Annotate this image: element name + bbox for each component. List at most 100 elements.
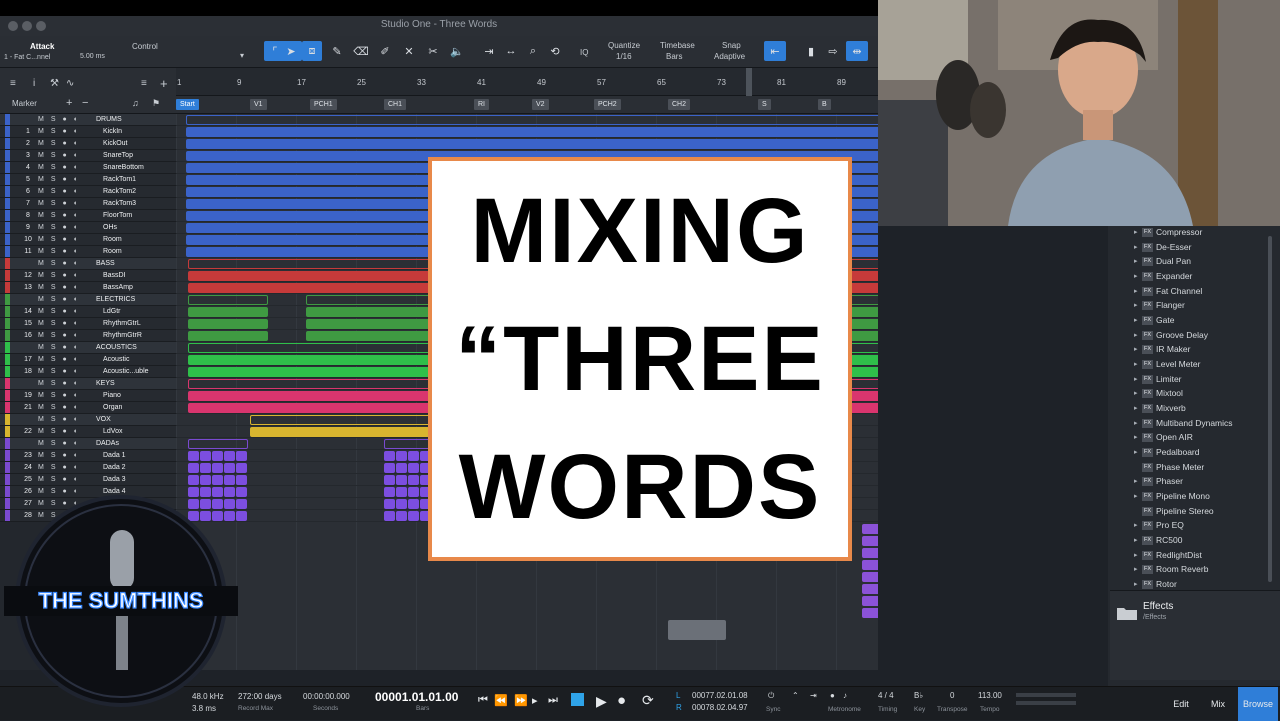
marker-flag[interactable]: B <box>818 99 831 110</box>
audio-event[interactable] <box>186 139 878 149</box>
range-tool-button[interactable]: ⧈ <box>302 41 322 61</box>
track-name[interactable]: KickIn <box>103 128 122 135</box>
track-row[interactable]: 10 MS●◐ Room <box>0 234 176 246</box>
audio-event[interactable] <box>384 451 395 461</box>
expand-arrow-icon[interactable]: ▸ <box>1134 536 1138 544</box>
expand-arrow-icon[interactable]: ▸ <box>1134 360 1138 368</box>
track-name[interactable]: LdGtr <box>103 308 121 315</box>
stop-icon[interactable] <box>571 693 584 706</box>
audio-event[interactable] <box>396 487 407 497</box>
audio-event[interactable] <box>236 463 247 473</box>
snap-toggle-button[interactable]: ⇤ <box>764 41 786 61</box>
audio-event[interactable] <box>212 475 223 485</box>
audio-event[interactable] <box>408 487 419 497</box>
mute-solo-record-monitor-buttons[interactable]: MS●◐ <box>38 356 85 363</box>
mute-solo-record-monitor-buttons[interactable]: MS●◐ <box>38 392 85 399</box>
expand-arrow-icon[interactable]: ▸ <box>1134 477 1138 485</box>
loop-icon[interactable]: ⟳ <box>642 692 654 709</box>
track-name[interactable]: BassAmp <box>103 284 133 291</box>
track-name[interactable]: BASS <box>96 260 115 267</box>
mute-solo-record-monitor-buttons[interactable]: MS●◐ <box>38 260 85 267</box>
expand-arrow-icon[interactable]: ▸ <box>1134 301 1138 309</box>
browser-effect-item[interactable]: ▸ FX RedlightDist <box>1108 549 1268 563</box>
browser-effect-item[interactable]: ▸ FX Pedalboard <box>1108 446 1268 460</box>
audio-event[interactable] <box>212 463 223 473</box>
autoscroll-button[interactable]: ▮ <box>800 41 822 61</box>
track-name[interactable]: BassDI <box>103 272 126 279</box>
track-name[interactable]: ELECTRICS <box>96 296 135 303</box>
audio-event[interactable] <box>396 511 407 521</box>
track-row[interactable]: 21 MS●◐ Organ <box>0 402 176 414</box>
pointer-tool-button[interactable]: ➤ <box>280 41 302 61</box>
browser-effect-item[interactable]: ▸ FX Flanger <box>1108 299 1268 313</box>
expand-arrow-icon[interactable]: ▸ <box>1134 419 1138 427</box>
track-row[interactable]: 13 MS●◐ BassAmp <box>0 282 176 294</box>
mute-solo-record-monitor-buttons[interactable]: MS●◐ <box>38 164 85 171</box>
audio-event[interactable] <box>396 475 407 485</box>
marker-flag[interactable]: S <box>758 99 771 110</box>
track-name[interactable]: LdVox <box>103 428 122 435</box>
add-marker-icon[interactable]: + <box>66 97 72 109</box>
audio-event[interactable] <box>384 511 395 521</box>
expand-arrow-icon[interactable]: ▸ <box>1134 521 1138 529</box>
fast-forward-icon[interactable]: ⏩ <box>514 694 528 707</box>
audio-event[interactable] <box>408 451 419 461</box>
expand-arrow-icon[interactable]: ▸ <box>1134 565 1138 573</box>
browser-effect-item[interactable]: ▸ FX Pipeline Mono <box>1108 490 1268 504</box>
track-name[interactable]: Acoustic <box>103 356 129 363</box>
audio-event[interactable] <box>186 127 878 137</box>
marker-flag[interactable]: CH1 <box>384 99 407 110</box>
track-name[interactable]: Piano <box>103 392 121 399</box>
listen-tool-button[interactable]: 🔈 <box>446 41 468 61</box>
audio-event[interactable] <box>188 451 199 461</box>
track-name[interactable]: Organ <box>103 404 122 411</box>
forward-icon[interactable]: ▸ <box>532 694 538 707</box>
mute-solo-record-monitor-buttons[interactable]: MS●◐ <box>38 248 85 255</box>
audio-event[interactable] <box>188 295 268 305</box>
track-row[interactable]: 7 MS●◐ RackTom3 <box>0 198 176 210</box>
folder-track[interactable]: MS●◐ ELECTRICS <box>0 294 176 306</box>
transpose-value[interactable]: 0 <box>950 691 954 700</box>
track-name[interactable]: SnareBottom <box>103 164 144 171</box>
snap-select[interactable]: Adaptive <box>714 52 745 61</box>
audio-event[interactable] <box>862 572 878 582</box>
track-name[interactable]: RhythmGtrR <box>103 332 142 339</box>
audio-event[interactable] <box>668 620 726 640</box>
timeline-ruler[interactable]: 1 9 17 25 33 41 49 57 65 73 81 89 <box>176 68 878 96</box>
eraser-tool-button[interactable]: ⌫ <box>350 41 372 61</box>
audio-event[interactable] <box>224 463 235 473</box>
flag-icon[interactable]: ⚑ <box>152 98 160 109</box>
audio-event[interactable] <box>396 463 407 473</box>
audio-event[interactable] <box>384 475 395 485</box>
browser-effect-item[interactable]: ▸ FX Groove Delay <box>1108 329 1268 343</box>
expand-arrow-icon[interactable]: ▸ <box>1134 448 1138 456</box>
track-name[interactable]: SnareTop <box>103 152 133 159</box>
expand-arrow-icon[interactable]: ▸ <box>1134 404 1138 412</box>
mute-solo-record-monitor-buttons[interactable]: MS●◐ <box>38 344 85 351</box>
mute-solo-record-monitor-buttons[interactable]: MS●◐ <box>38 176 85 183</box>
track-row[interactable]: 4 MS●◐ SnareBottom <box>0 162 176 174</box>
track-row[interactable]: 16 MS●◐ RhythmGtrR <box>0 330 176 342</box>
browser-effect-item[interactable]: ▸ FX Phaser <box>1108 475 1268 489</box>
track-name[interactable]: FloorTom <box>103 212 132 219</box>
audio-event[interactable] <box>862 536 878 546</box>
position-label[interactable]: Bars <box>416 705 429 712</box>
chevron-down-icon[interactable]: ▾ <box>240 51 244 60</box>
track-name[interactable]: KickOut <box>103 140 128 147</box>
quantize-select[interactable]: 1/16 <box>616 52 632 61</box>
browser-effect-item[interactable]: ▸ FX Limiter <box>1108 373 1268 387</box>
folder-track[interactable]: MS●◐ DRUMS <box>0 114 176 126</box>
audio-event[interactable] <box>188 439 248 449</box>
marker-flag[interactable]: Start <box>176 99 199 110</box>
mute-solo-record-monitor-buttons[interactable]: MS●◐ <box>38 404 85 411</box>
browser-effect-item[interactable]: ▸ FX De-Esser <box>1108 241 1268 255</box>
audio-event[interactable] <box>396 499 407 509</box>
mute-solo-record-monitor-buttons[interactable]: MS●◐ <box>38 440 85 447</box>
browser-effect-item[interactable]: FX Pipeline Stereo <box>1108 505 1268 519</box>
click-icon[interactable]: ● <box>830 691 835 700</box>
track-menu-icon[interactable]: ≡ <box>141 78 147 89</box>
wrench-icon[interactable]: ⚒ <box>50 78 59 89</box>
mute-solo-record-monitor-buttons[interactable]: MS●◐ <box>38 452 85 459</box>
audio-event[interactable] <box>384 487 395 497</box>
stretch-button[interactable]: ↔ <box>500 41 522 61</box>
